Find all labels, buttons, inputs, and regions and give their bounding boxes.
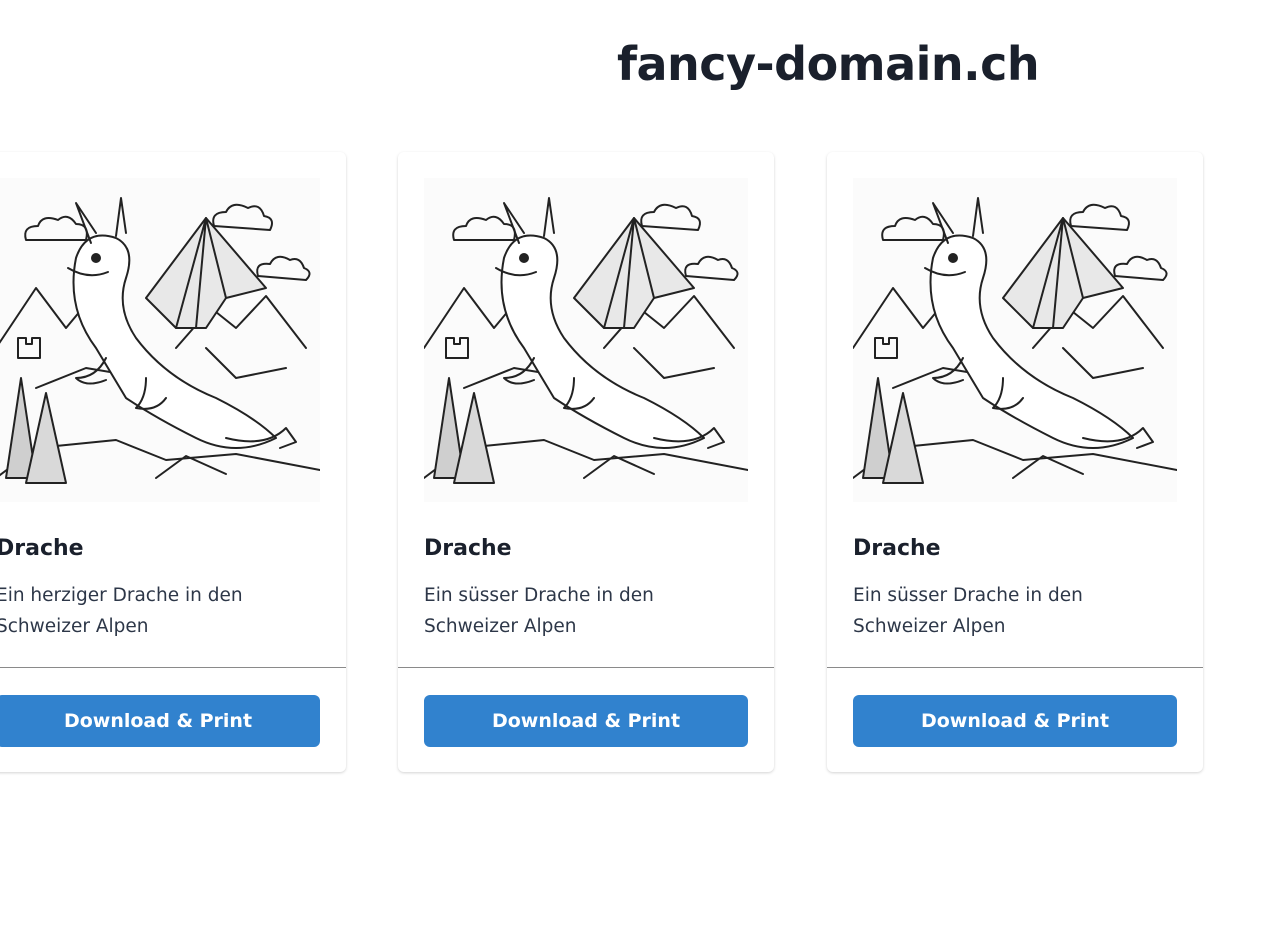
coloring-page-card: Drache Ein herziger Drache in den Schwei… bbox=[0, 152, 346, 772]
dragon-illustration-image[interactable] bbox=[0, 178, 320, 502]
card-title: Drache bbox=[853, 536, 941, 561]
card-description: Ein süsser Drache in den Schweizer Alpen bbox=[424, 585, 654, 637]
coloring-page-card: Drache Ein süsser Drache in den Schweize… bbox=[827, 152, 1203, 772]
card-divider bbox=[827, 667, 1203, 668]
download-print-button[interactable]: Download & Print bbox=[853, 695, 1177, 747]
coloring-page-card: Drache Ein süsser Drache in den Schweize… bbox=[398, 152, 774, 772]
download-print-button[interactable]: Download & Print bbox=[0, 695, 320, 747]
download-print-button[interactable]: Download & Print bbox=[424, 695, 748, 747]
card-title: Drache bbox=[424, 536, 512, 561]
card-divider bbox=[398, 667, 774, 668]
dragon-illustration-image[interactable] bbox=[424, 178, 748, 502]
card-description: Ein süsser Drache in den Schweizer Alpen bbox=[853, 585, 1083, 637]
site-title: fancy-domain.ch bbox=[617, 37, 1040, 91]
dragon-illustration-image[interactable] bbox=[853, 178, 1177, 502]
card-description: Ein herziger Drache in den Schweizer Alp… bbox=[0, 585, 243, 637]
card-divider bbox=[0, 667, 346, 668]
card-title: Drache bbox=[0, 536, 84, 561]
